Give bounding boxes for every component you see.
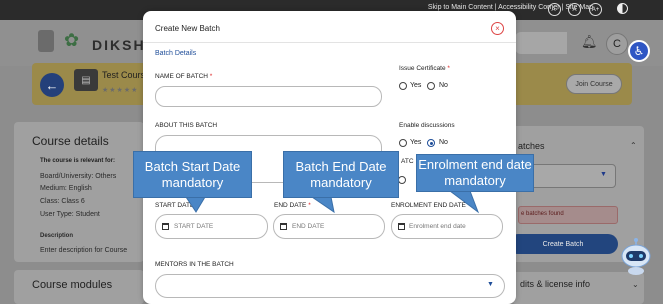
- end-date-callout: Batch End Date mandatory: [283, 151, 399, 198]
- enrolment-end-callout: Enrolment end date mandatory: [416, 154, 534, 192]
- callout-tail: [448, 190, 480, 214]
- start-date-callout: Batch Start Date mandatory: [133, 151, 252, 198]
- callout-tail: [185, 196, 206, 213]
- callout-tail: [310, 196, 335, 214]
